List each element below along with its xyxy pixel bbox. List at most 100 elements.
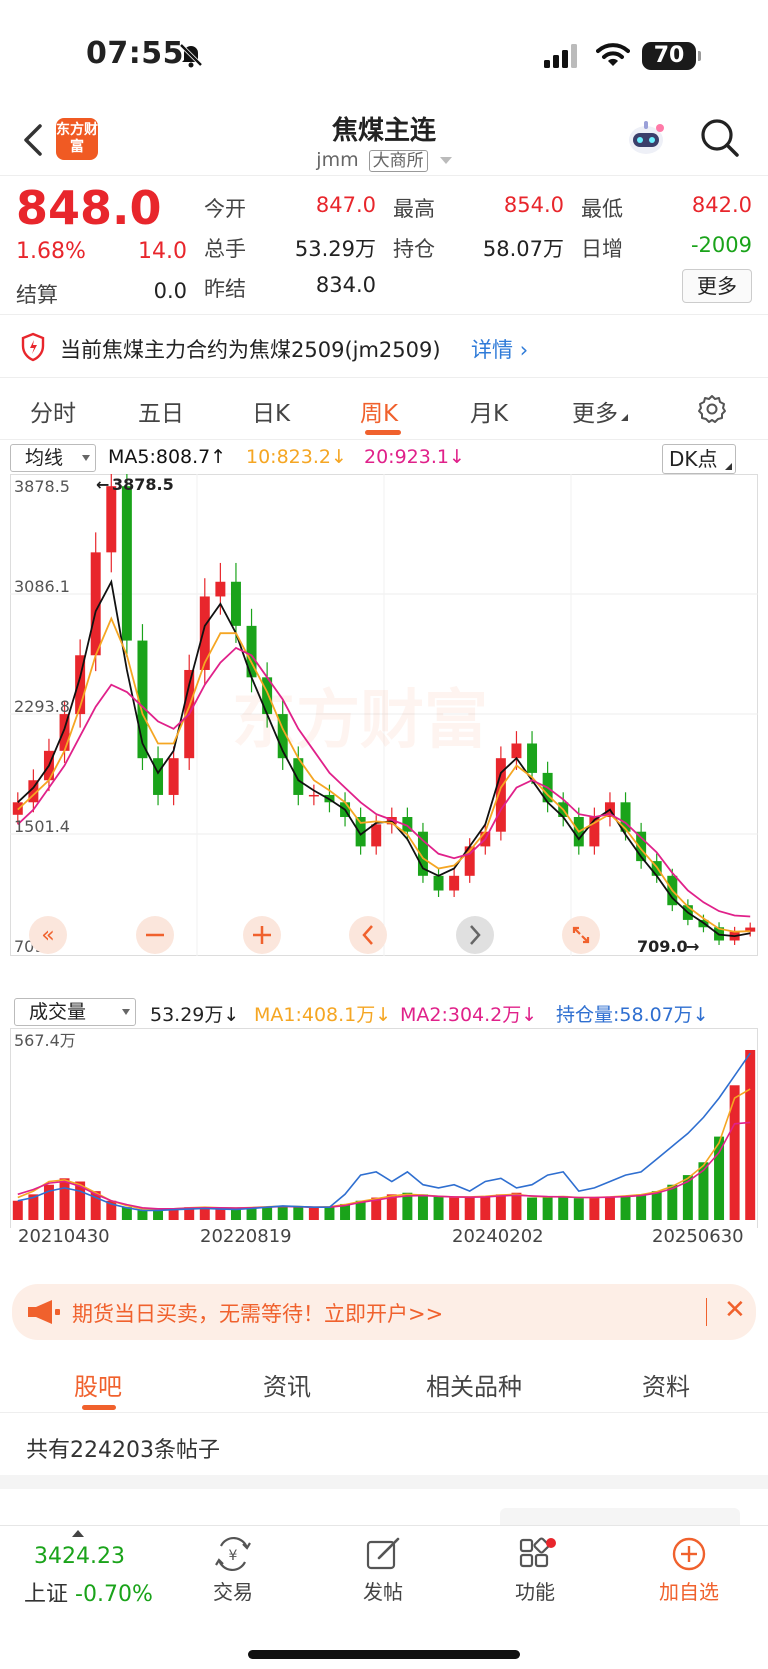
tab-monthly-k[interactable]: 月K bbox=[470, 394, 508, 428]
volume-y-max-label: 567.4万 bbox=[14, 1031, 76, 1050]
candle-body bbox=[433, 875, 444, 891]
low-value: 842.0 bbox=[691, 193, 752, 217]
candle-body bbox=[371, 824, 382, 847]
volume-bar bbox=[262, 1206, 273, 1220]
open-interest-value: 58.07万 bbox=[482, 237, 564, 261]
post-label: 发帖 bbox=[363, 1580, 403, 1604]
chevron-down-icon bbox=[439, 157, 452, 164]
search-icon[interactable] bbox=[698, 116, 742, 160]
pan-right-button[interactable] bbox=[456, 916, 494, 954]
volume-bar bbox=[137, 1210, 148, 1220]
gear-icon[interactable] bbox=[697, 394, 727, 424]
tab-related[interactable]: 相关品种 bbox=[426, 1367, 522, 1402]
low-marker-arrow: → bbox=[686, 937, 699, 956]
dk-point-button[interactable]: DK点 bbox=[662, 444, 736, 474]
arrow-up-icon: ↑ bbox=[210, 446, 227, 468]
main-contract-notice[interactable]: 当前焦煤主力合约为焦煤2509(jm2509) 详情 › bbox=[0, 318, 768, 378]
candle-body bbox=[449, 875, 460, 891]
open-interest-value: 持仓量:58.07万↓ bbox=[556, 1000, 709, 1027]
ma20-value: 20:923.1↓ bbox=[364, 446, 465, 468]
candle-body bbox=[230, 581, 241, 626]
notice-detail-link[interactable]: 详情 › bbox=[471, 334, 528, 364]
ma5-value: MA5:808.7↑ bbox=[108, 446, 226, 468]
volume-bar bbox=[480, 1195, 491, 1220]
volume-indicator-selector[interactable]: 成交量 bbox=[14, 998, 136, 1026]
tab-forum[interactable]: 股吧 bbox=[74, 1367, 122, 1402]
change-percent: 1.68% bbox=[16, 239, 86, 264]
corner-icon bbox=[725, 463, 732, 470]
robot-assistant-icon[interactable] bbox=[624, 116, 668, 160]
arrow-down-icon: ↓ bbox=[448, 446, 465, 468]
ma20-text: 20:923.1 bbox=[364, 446, 449, 468]
candle-body bbox=[511, 743, 522, 759]
volume-bar bbox=[308, 1207, 319, 1220]
rewind-button[interactable]: « bbox=[29, 916, 67, 954]
status-time: 07:55 bbox=[86, 36, 184, 71]
double-chevron-left-icon: « bbox=[41, 923, 54, 948]
daily-increase-label: 日增 bbox=[581, 237, 623, 261]
volume-bar bbox=[745, 1049, 756, 1220]
volume-ma2-text: MA2:304.2万 bbox=[400, 1004, 522, 1026]
index-line: 上证 -0.70% bbox=[24, 1576, 153, 1608]
volume-bar bbox=[636, 1194, 647, 1220]
tab-info[interactable]: 资料 bbox=[642, 1367, 690, 1402]
tab-daily-k[interactable]: 日K bbox=[252, 394, 290, 428]
pan-left-button[interactable] bbox=[349, 916, 387, 954]
tab-news[interactable]: 资讯 bbox=[263, 1367, 311, 1402]
volume-bar bbox=[464, 1196, 475, 1220]
volume-legend-bar: 成交量 53.29万↓ MA1:408.1万↓ MA2:304.2万↓ 持仓量:… bbox=[10, 996, 760, 1026]
volume-lines bbox=[17, 1052, 751, 1212]
candlestick-chart[interactable]: 东方财富 3878.5 3086.1 2293.8 1501.4 709.0 ←… bbox=[10, 474, 758, 956]
daily-increase-value: -2009 bbox=[690, 233, 752, 257]
notice-text: 当前焦煤主力合约为焦煤2509(jm2509) bbox=[60, 338, 441, 362]
notification-dot bbox=[546, 1538, 556, 1548]
volume-bar bbox=[542, 1196, 553, 1220]
wifi-icon bbox=[596, 43, 630, 66]
volume-bar bbox=[449, 1197, 460, 1220]
x-axis-labels: 20210430 20220819 20240202 20250630 bbox=[0, 1226, 768, 1252]
volume-bar bbox=[12, 1200, 23, 1220]
y-tick-label: 3878.5 bbox=[14, 477, 70, 496]
tab-five-day[interactable]: 五日 bbox=[138, 394, 184, 428]
features-label: 功能 bbox=[515, 1580, 555, 1604]
home-indicator bbox=[248, 1650, 520, 1659]
x-tick-label: 20250630 bbox=[652, 1226, 744, 1247]
shield-alert-icon bbox=[21, 332, 45, 362]
fullscreen-button[interactable] bbox=[562, 916, 600, 954]
zoom-in-button[interactable] bbox=[243, 916, 281, 954]
tab-weekly-k[interactable]: 周K bbox=[360, 394, 398, 428]
add-watchlist-label: 加自选 bbox=[659, 1580, 719, 1604]
chart-area: 均线 MA5:808.7↑ 10:823.2↓ 20:923.1↓ DK点 东方… bbox=[0, 440, 768, 1270]
open-interest-label: 持仓 bbox=[393, 237, 435, 261]
more-quote-button[interactable]: 更多 bbox=[682, 269, 752, 303]
zoom-out-button[interactable] bbox=[136, 916, 174, 954]
prev-settle-label: 昨结 bbox=[204, 277, 246, 301]
features-button[interactable]: 功能 bbox=[490, 1536, 580, 1605]
exchange-badge: 大商所 bbox=[368, 150, 428, 172]
volume-bar bbox=[293, 1207, 304, 1220]
ma10-text: 10:823.2 bbox=[246, 446, 331, 468]
volume-line bbox=[17, 1121, 751, 1210]
x-tick-label: 20240202 bbox=[452, 1226, 544, 1247]
high-marker: 3878.5 bbox=[112, 475, 174, 494]
more-corner-icon bbox=[621, 414, 628, 421]
close-icon[interactable]: ✕ bbox=[724, 1296, 746, 1324]
post-button[interactable]: 发帖 bbox=[338, 1536, 428, 1605]
prev-settle-value: 834.0 bbox=[315, 273, 376, 297]
plus-circle-icon bbox=[672, 1537, 706, 1571]
volume-ma1: MA1:408.1万↓ bbox=[254, 1000, 391, 1027]
open-interest-text: 持仓量:58.07万 bbox=[556, 1004, 693, 1026]
content-tabs: 股吧 资讯 相关品种 资料 bbox=[0, 1355, 768, 1413]
ma10-value: 10:823.2↓ bbox=[246, 446, 347, 468]
add-watchlist-button[interactable]: 加自选 bbox=[644, 1536, 734, 1605]
candle-body bbox=[527, 743, 538, 773]
account-open-banner[interactable]: 期货当日买卖，无需等待！立即开户>> ✕ bbox=[12, 1284, 756, 1340]
x-tick-label: 20210430 bbox=[18, 1226, 110, 1247]
candle-body bbox=[199, 596, 210, 670]
trade-button[interactable]: ¥ 交易 bbox=[188, 1536, 278, 1605]
tab-more[interactable]: 更多 bbox=[572, 394, 628, 428]
indicator-selector[interactable]: 均线 bbox=[10, 444, 96, 472]
volume-chart[interactable]: 567.4万 bbox=[10, 1028, 758, 1228]
tab-intraday[interactable]: 分时 bbox=[30, 394, 76, 428]
bottom-toolbar: 3424.23 上证 -0.70% ¥ 交易 发帖 功能 加自选 bbox=[0, 1525, 768, 1669]
